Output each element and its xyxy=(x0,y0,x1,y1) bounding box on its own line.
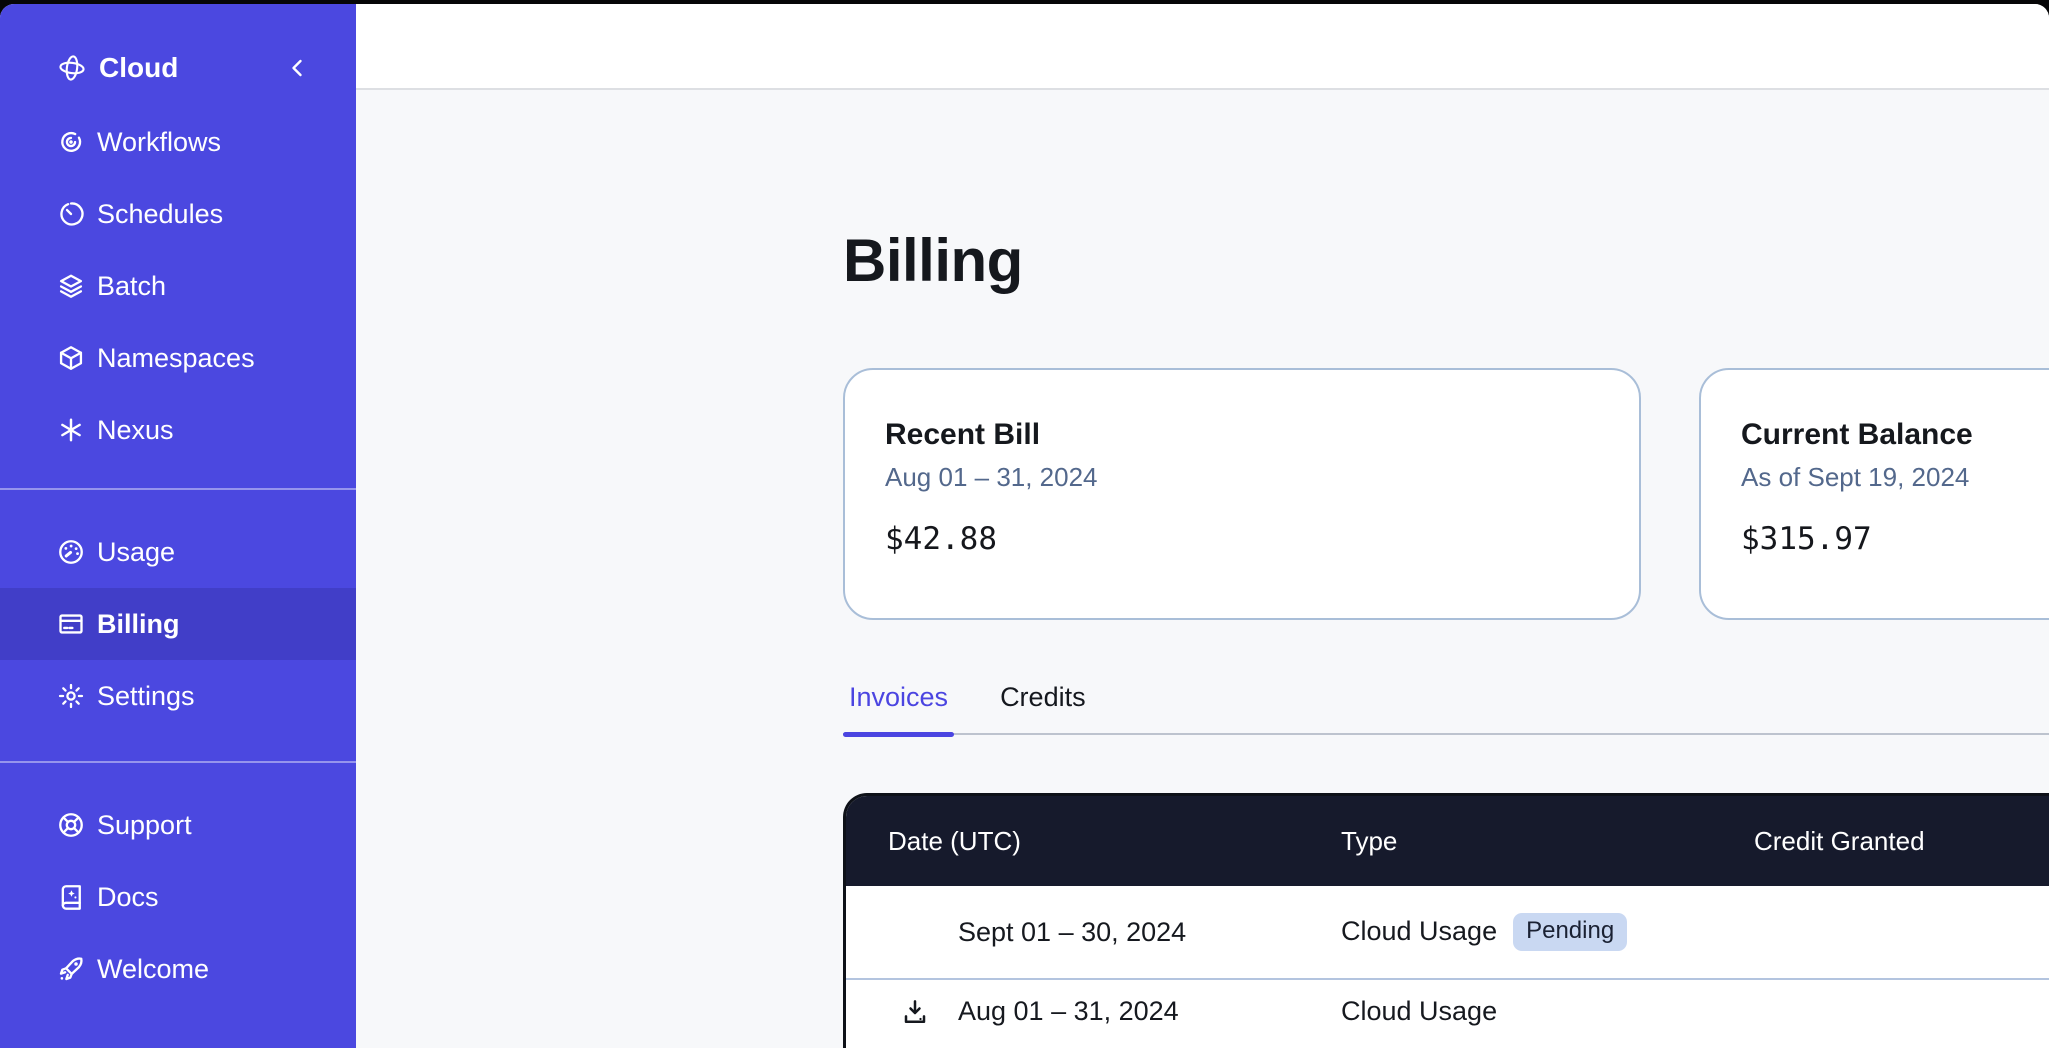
brand-label: Cloud xyxy=(99,52,178,84)
column-header-credit-granted: Credit Granted xyxy=(1754,826,2049,857)
sidebar-item-label: Settings xyxy=(97,681,195,712)
welcome-rocket-icon xyxy=(57,955,85,983)
settings-icon xyxy=(57,682,85,710)
sidebar-item-label: Batch xyxy=(97,271,166,302)
main-area: Billing Recent Bill Aug 01 – 31, 2024 $4… xyxy=(356,92,2049,1048)
temporal-logo-icon xyxy=(57,53,87,83)
docs-icon xyxy=(57,883,85,911)
sidebar-item-workflows[interactable]: Workflows xyxy=(0,106,356,178)
sidebar-item-nexus[interactable]: Nexus xyxy=(0,394,356,466)
column-header-date: Date (UTC) xyxy=(888,826,1341,857)
sidebar-item-usage[interactable]: Usage xyxy=(0,516,356,588)
chevron-left-icon xyxy=(286,56,310,80)
sidebar-item-schedules[interactable]: Schedules xyxy=(0,178,356,250)
sidebar-divider xyxy=(0,761,356,763)
batch-icon xyxy=(57,272,85,300)
summary-cards: Recent Bill Aug 01 – 31, 2024 $42.88 Cur… xyxy=(843,368,2049,620)
recent-bill-card: Recent Bill Aug 01 – 31, 2024 $42.88 xyxy=(843,368,1641,620)
sidebar: Cloud Workflows xyxy=(0,4,356,1048)
app-window: Cloud Workflows xyxy=(0,4,2049,1048)
sidebar-collapse-button[interactable] xyxy=(286,56,310,80)
nexus-icon xyxy=(57,416,85,444)
current-balance-card: Current Balance As of Sept 19, 2024 $315… xyxy=(1699,368,2049,620)
billing-tabs: Invoices Credits xyxy=(843,680,2049,735)
sidebar-item-label: Welcome xyxy=(97,954,209,985)
sidebar-nav-help: Support Docs xyxy=(0,789,356,1005)
table-header: Date (UTC) Type Credit Granted xyxy=(846,796,2049,886)
page-title: Billing xyxy=(843,226,1023,295)
sidebar-divider xyxy=(0,488,356,490)
tab-invoices[interactable]: Invoices xyxy=(847,680,950,733)
invoice-date: Aug 01 – 31, 2024 xyxy=(958,996,1179,1027)
sidebar-item-label: Billing xyxy=(97,609,180,640)
sidebar-item-label: Usage xyxy=(97,537,175,568)
sidebar-item-label: Support xyxy=(97,810,192,841)
sidebar-item-label: Docs xyxy=(97,882,159,913)
card-title: Current Balance xyxy=(1741,418,2049,452)
sidebar-item-label: Namespaces xyxy=(97,343,255,374)
date-cell: Sept 01 – 30, 2024 xyxy=(888,917,1341,948)
sidebar-item-settings[interactable]: Settings xyxy=(0,660,356,732)
sidebar-item-billing[interactable]: Billing xyxy=(0,588,356,660)
invoice-date: Sept 01 – 30, 2024 xyxy=(958,917,1186,948)
card-amount: $42.88 xyxy=(885,521,1599,557)
invoice-type: Cloud Usage xyxy=(1341,916,1497,947)
sidebar-item-label: Workflows xyxy=(97,127,221,158)
namespaces-icon xyxy=(57,344,85,372)
sidebar-item-support[interactable]: Support xyxy=(0,789,356,861)
sidebar-item-label: Schedules xyxy=(97,199,223,230)
sidebar-nav-primary: Workflows Schedules xyxy=(0,106,356,466)
invoices-table: Date (UTC) Type Credit Granted Sept 01 –… xyxy=(843,793,2049,1048)
card-title: Recent Bill xyxy=(885,418,1599,452)
table-row: Sept 01 – 30, 2024 Cloud Usage Pending xyxy=(846,886,2049,978)
column-header-type: Type xyxy=(1341,826,1754,857)
table-row: Aug 01 – 31, 2024 Cloud Usage xyxy=(846,978,2049,1048)
top-header-bar xyxy=(356,4,2049,90)
type-cell: Cloud Usage xyxy=(1341,996,1754,1027)
schedules-icon xyxy=(57,200,85,228)
sidebar-nav-account: Usage Billing xyxy=(0,516,356,732)
card-amount: $315.97 xyxy=(1741,521,2049,557)
sidebar-item-namespaces[interactable]: Namespaces xyxy=(0,322,356,394)
tab-credits[interactable]: Credits xyxy=(998,680,1088,733)
date-cell: Aug 01 – 31, 2024 xyxy=(888,996,1341,1027)
download-icon xyxy=(900,997,930,1027)
sidebar-brand: Cloud xyxy=(0,38,356,98)
card-subtitle: Aug 01 – 31, 2024 xyxy=(885,462,1599,493)
support-icon xyxy=(57,811,85,839)
sidebar-item-batch[interactable]: Batch xyxy=(0,250,356,322)
billing-icon xyxy=(57,610,85,638)
download-invoice-button[interactable] xyxy=(900,997,930,1027)
card-subtitle: As of Sept 19, 2024 xyxy=(1741,462,2049,493)
billing-content: Billing Recent Bill Aug 01 – 31, 2024 $4… xyxy=(843,92,2049,1048)
type-cell: Cloud Usage Pending xyxy=(1341,913,1754,950)
invoice-type: Cloud Usage xyxy=(1341,996,1497,1027)
sidebar-item-docs[interactable]: Docs xyxy=(0,861,356,933)
download-slot-empty xyxy=(900,917,930,947)
sidebar-item-label: Nexus xyxy=(97,415,174,446)
workflows-icon xyxy=(57,128,85,156)
status-badge: Pending xyxy=(1513,913,1627,950)
usage-icon xyxy=(57,538,85,566)
sidebar-item-welcome[interactable]: Welcome xyxy=(0,933,356,1005)
